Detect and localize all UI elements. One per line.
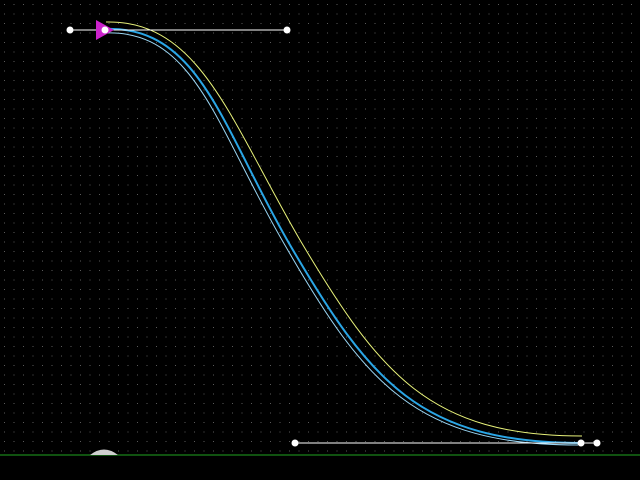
end-handle-right-point[interactable] (593, 439, 601, 447)
start-handle-left-point[interactable] (66, 26, 74, 34)
dot-grid-background (0, 0, 640, 455)
curve-editor-canvas[interactable] (0, 0, 640, 480)
curve-editor-viewport[interactable] (0, 0, 640, 480)
end-anchor-point[interactable] (577, 439, 585, 447)
start-anchor-point[interactable] (101, 26, 109, 34)
end-handle-left-point[interactable] (291, 439, 299, 447)
start-handle-right-point[interactable] (283, 26, 291, 34)
bottom-strip (0, 455, 640, 480)
